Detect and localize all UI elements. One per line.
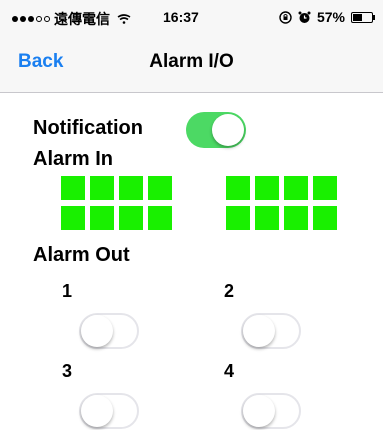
signal-dots-icon bbox=[12, 16, 50, 22]
alarm-in-indicator bbox=[148, 176, 172, 200]
alarm-in-indicator bbox=[284, 176, 308, 200]
alarm-in-group-2 bbox=[226, 176, 337, 230]
toggle-knob bbox=[243, 395, 275, 427]
alarm-in-indicator bbox=[90, 206, 114, 230]
alarm-in-indicator bbox=[226, 206, 250, 230]
alarm-in-indicator bbox=[313, 176, 337, 200]
alarm-in-label: Alarm In bbox=[33, 148, 114, 170]
notification-toggle[interactable] bbox=[186, 112, 246, 148]
navigation-bar: Alarm I/O Back bbox=[0, 34, 383, 93]
toggle-knob bbox=[243, 315, 275, 347]
toggle-knob bbox=[212, 114, 244, 146]
alarm-out-toggle-4[interactable] bbox=[241, 393, 301, 429]
back-button[interactable]: Back bbox=[18, 51, 63, 73]
rotation-lock-icon bbox=[279, 10, 292, 24]
notification-label: Notification bbox=[33, 117, 143, 139]
alarm-in-indicator bbox=[119, 206, 143, 230]
alarm-in-indicator bbox=[61, 206, 85, 230]
alarm-in-indicator bbox=[119, 176, 143, 200]
screen: 遠傳電信 16:37 57% Alarm I/O Back Notificati… bbox=[0, 0, 383, 430]
wifi-icon bbox=[117, 14, 131, 24]
alarm-in-indicator bbox=[90, 176, 114, 200]
alarm-out-number-2: 2 bbox=[224, 281, 235, 301]
status-bar: 遠傳電信 16:37 57% bbox=[0, 0, 383, 34]
alarm-out-number-4: 4 bbox=[224, 361, 235, 381]
alarm-out-number-3: 3 bbox=[62, 361, 73, 381]
status-right: 57% bbox=[279, 9, 375, 25]
alarm-in-indicator bbox=[61, 176, 85, 200]
toggle-knob bbox=[81, 395, 113, 427]
alarm-out-toggle-3[interactable] bbox=[79, 393, 139, 429]
alarm-in-indicator bbox=[313, 206, 337, 230]
alarm-in-indicator bbox=[255, 206, 279, 230]
alarm-clock-icon bbox=[298, 11, 311, 23]
status-time: 16:37 bbox=[163, 9, 199, 25]
alarm-out-number-1: 1 bbox=[62, 281, 73, 301]
alarm-in-indicator bbox=[284, 206, 308, 230]
alarm-out-toggle-1[interactable] bbox=[79, 313, 139, 349]
status-left: 遠傳電信 bbox=[12, 9, 131, 29]
alarm-in-indicator bbox=[148, 206, 172, 230]
battery-icon bbox=[351, 11, 375, 23]
alarm-in-group-1 bbox=[61, 176, 172, 230]
carrier-name: 遠傳電信 bbox=[54, 11, 110, 27]
alarm-in-indicator bbox=[255, 176, 279, 200]
alarm-out-label: Alarm Out bbox=[33, 244, 130, 266]
battery-percent: 57% bbox=[316, 9, 345, 25]
alarm-out-toggle-2[interactable] bbox=[241, 313, 301, 349]
alarm-in-indicator bbox=[226, 176, 250, 200]
toggle-knob bbox=[81, 315, 113, 347]
